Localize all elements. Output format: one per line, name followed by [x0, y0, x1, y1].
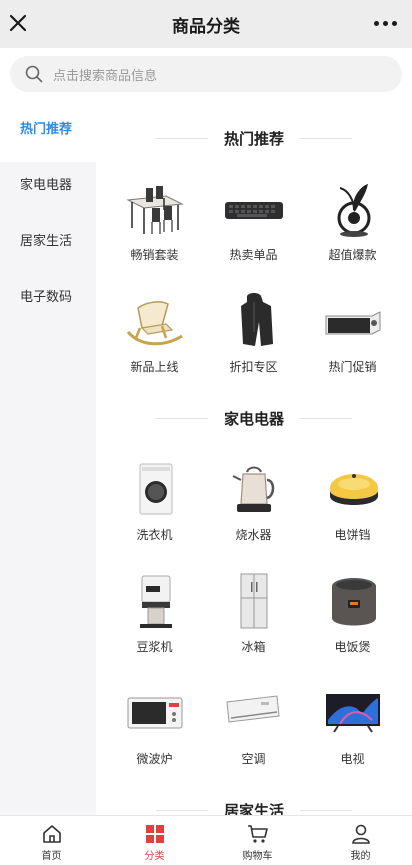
air-conditioner-icon: [225, 695, 280, 723]
search-input[interactable]: 点击搜索商品信息: [10, 56, 402, 92]
griddle-icon: [329, 474, 378, 505]
tv-icon: [325, 694, 380, 733]
product-label: 烧水器: [235, 528, 272, 542]
product-label: 超值爆款: [328, 248, 377, 262]
section-title: 热门推荐: [223, 130, 284, 148]
home-icon: [42, 825, 61, 843]
washing-machine-icon: [139, 463, 172, 515]
product-label: 空调: [241, 752, 266, 766]
jacket-icon: [240, 293, 273, 346]
sidebar-item-appliances[interactable]: 家电电器: [0, 162, 96, 218]
sidebar-item-home-living[interactable]: 居家生活: [0, 218, 96, 274]
product-item[interactable]: 烧水器: [204, 446, 303, 554]
product-item[interactable]: 微波炉: [105, 670, 204, 778]
product-item[interactable]: 电饭煲: [303, 558, 402, 666]
product-label: 微波炉: [136, 752, 173, 766]
tab-home[interactable]: 首页: [0, 816, 103, 865]
header-bar: 商品分类: [0, 0, 412, 48]
rocking-chair-icon: [126, 301, 183, 346]
product-label: 热卖单品: [229, 248, 278, 262]
kettle-icon: [232, 466, 274, 512]
tab-profile[interactable]: 我的: [309, 816, 412, 865]
divider: [300, 138, 352, 139]
dining-table-icon: [125, 186, 184, 234]
tab-label: 购物车: [242, 851, 273, 862]
soymilk-maker-icon: [139, 575, 172, 628]
search-area: 点击搜索商品信息: [0, 48, 412, 106]
product-item[interactable]: 折扣专区: [204, 278, 303, 386]
section-header: 热门推荐: [96, 106, 412, 166]
bottom-tab-bar: 首页 分类 购物车 我的: [0, 815, 412, 865]
divider: [300, 418, 352, 419]
sidebar-item-hot[interactable]: 热门推荐: [0, 106, 96, 162]
fan-icon: [337, 184, 370, 237]
product-item[interactable]: 洗衣机: [105, 446, 204, 554]
tab-label: 首页: [41, 851, 62, 862]
product-item[interactable]: 热卖单品: [204, 166, 303, 274]
rice-cooker-icon: [331, 578, 376, 626]
tab-label: 分类: [144, 851, 165, 862]
tab-cart[interactable]: 购物车: [206, 816, 309, 865]
product-label: 畅销套装: [130, 248, 179, 262]
fridge-icon: [240, 573, 267, 629]
projector-icon: [325, 311, 380, 335]
product-item[interactable]: 新品上线: [105, 278, 204, 386]
section-header: 家电电器: [96, 386, 412, 446]
microwave-icon: [127, 697, 182, 729]
product-label: 冰箱: [241, 640, 266, 654]
product-item[interactable]: 热门促销: [303, 278, 402, 386]
user-icon: [351, 824, 370, 844]
product-item[interactable]: 豆浆机: [105, 558, 204, 666]
product-label: 电视: [340, 752, 365, 766]
page-title: 商品分类: [172, 17, 240, 37]
category-icon: [145, 825, 164, 843]
keyboard-icon: [224, 202, 283, 219]
more-dots-icon[interactable]: [372, 13, 400, 33]
category-content[interactable]: 热门推荐 畅销套装 热卖单品 超值爆款 新品上线 折扣专区 热门促销 家电电器 …: [96, 106, 412, 816]
section-title: 家电电器: [223, 410, 284, 428]
cart-icon: [247, 825, 268, 843]
product-item[interactable]: 超值爆款: [303, 166, 402, 274]
category-sidebar: 热门推荐 家电电器 居家生活 电子数码: [0, 106, 96, 816]
product-grid: 洗衣机 烧水器 电饼铛 豆浆机 冰箱 电饭煲 微波炉 空调 电视: [96, 446, 412, 778]
section-title: 居家生活: [223, 802, 284, 816]
product-item[interactable]: 畅销套装: [105, 166, 204, 274]
product-item[interactable]: 冰箱: [204, 558, 303, 666]
product-label: 新品上线: [130, 360, 179, 374]
divider: [300, 810, 352, 811]
product-grid: 畅销套装 热卖单品 超值爆款 新品上线 折扣专区 热门促销: [96, 166, 412, 386]
product-label: 电饭煲: [334, 640, 371, 654]
product-item[interactable]: 空调: [204, 670, 303, 778]
product-item[interactable]: 电视: [303, 670, 402, 778]
sidebar-item-digital[interactable]: 电子数码: [0, 274, 96, 330]
tab-category[interactable]: 分类: [103, 816, 206, 865]
search-placeholder: 点击搜索商品信息: [53, 68, 158, 84]
product-label: 折扣专区: [229, 360, 278, 374]
section-header: 居家生活: [96, 778, 412, 816]
product-label: 热门促销: [328, 360, 377, 374]
tab-label: 我的: [350, 851, 371, 862]
product-label: 电饼铛: [334, 528, 371, 542]
product-label: 洗衣机: [136, 528, 173, 542]
product-label: 豆浆机: [136, 640, 173, 654]
product-item[interactable]: 电饼铛: [303, 446, 402, 554]
search-icon: [25, 65, 43, 83]
